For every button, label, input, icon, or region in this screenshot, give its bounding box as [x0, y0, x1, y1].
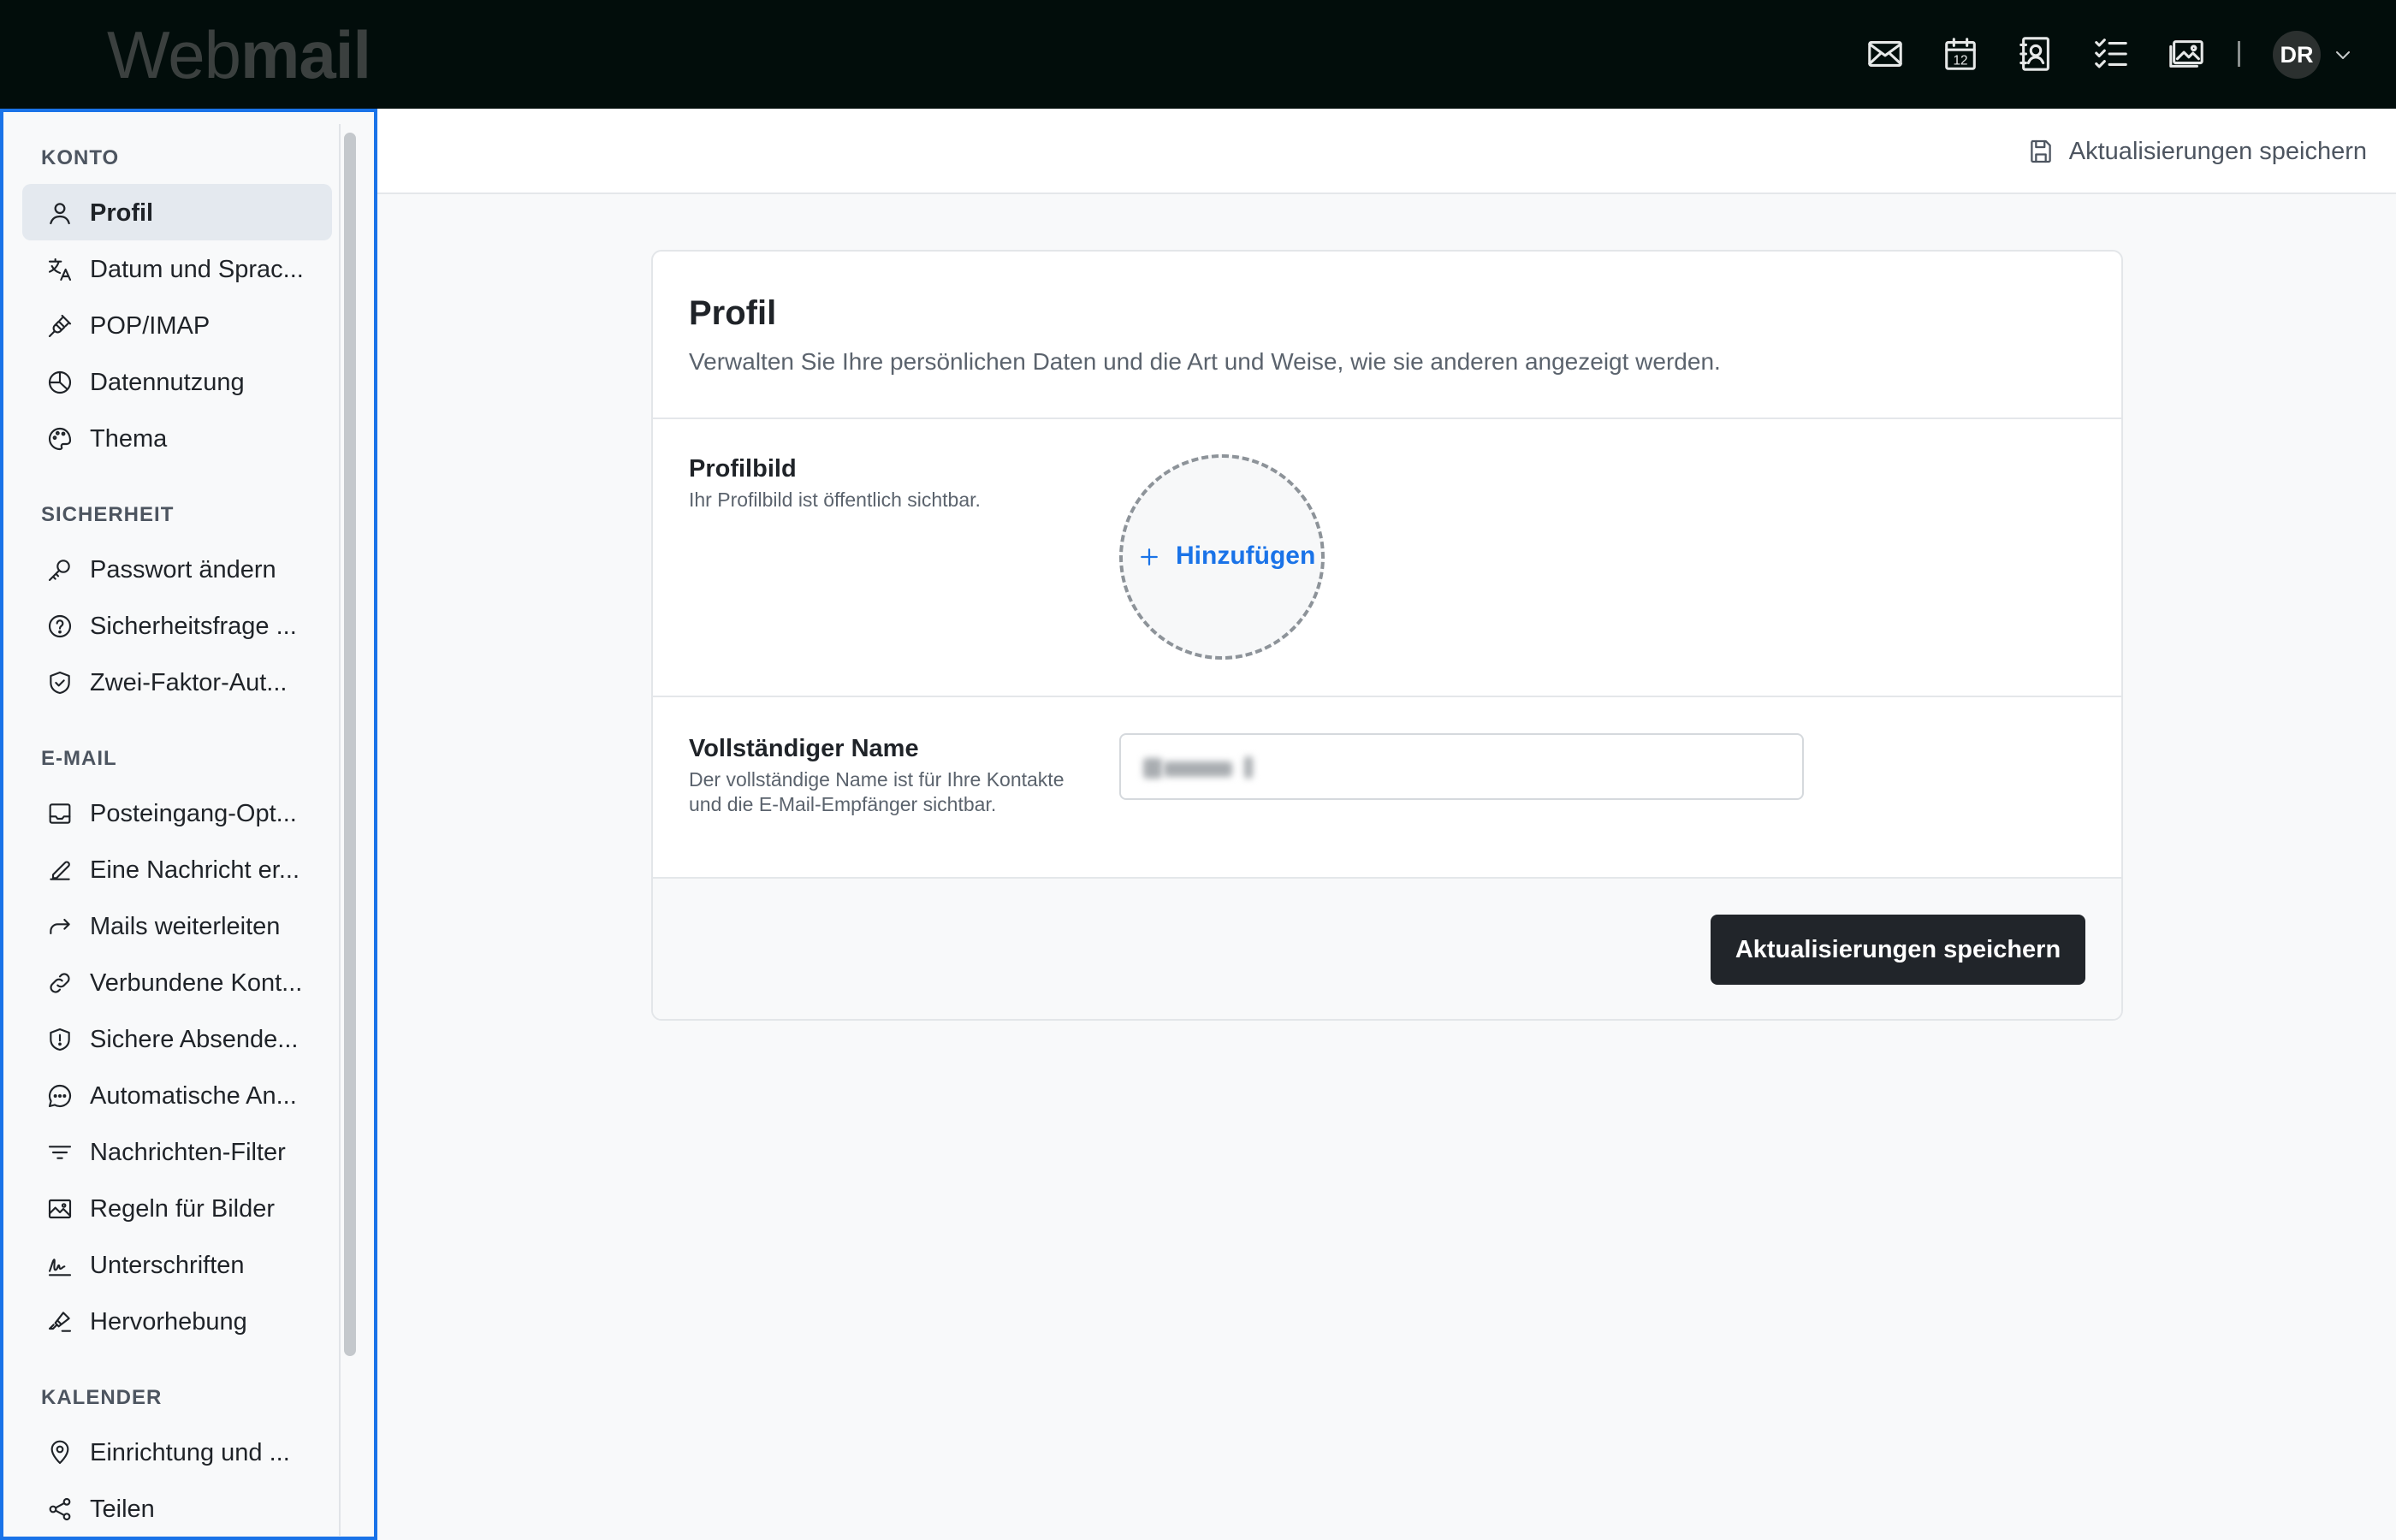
section-title-sicherheit: SICHERHEIT: [41, 503, 175, 526]
image-icon: [46, 1195, 74, 1223]
sidebar-item-label: Sicherheitsfrage ...: [90, 613, 297, 640]
filter-lines-icon: [46, 1139, 74, 1166]
redacted-name-value: [1143, 753, 1260, 782]
page-subtitle: Verwalten Sie Ihre persönlichen Daten un…: [689, 348, 1721, 375]
user-avatar[interactable]: DR: [2273, 31, 2321, 79]
sidebar-nav: KONTO Profil Datum und Sprac... POP/IMAP…: [3, 112, 337, 1537]
photos-icon[interactable]: [2167, 34, 2206, 74]
sidebar-item-label: POP/IMAP: [90, 312, 211, 340]
sidebar-item-label: Posteingang-Opt...: [90, 800, 297, 827]
sidebar-item-unterschriften[interactable]: Unterschriften: [22, 1236, 332, 1293]
page-title: Profil: [689, 294, 777, 332]
full-name-label: Vollständiger Name: [689, 735, 919, 762]
link-icon: [46, 969, 74, 997]
full-name-help: Der vollständige Name ist für Ihre Konta…: [689, 768, 1065, 815]
user-icon: [46, 199, 74, 227]
tasks-icon[interactable]: [2091, 34, 2131, 74]
key-icon: [46, 556, 74, 583]
sidebar-item-automatische-antwort[interactable]: Automatische An...: [22, 1067, 332, 1123]
shield-check-icon: [46, 669, 74, 696]
sidebar-item-sichere-absender[interactable]: Sichere Absende...: [22, 1010, 332, 1067]
shield-alert-icon: [46, 1026, 74, 1053]
sidebar-item-label: Hervorhebung: [90, 1308, 247, 1336]
sidebar-item-label: Thema: [90, 425, 168, 453]
profile-picture-help: Ihr Profilbild ist öffentlich sichtbar.: [689, 489, 981, 511]
sidebar-item-label: Profil: [90, 199, 154, 227]
save-button[interactable]: Aktualisierungen speichern: [1711, 915, 2085, 985]
sidebar-item-label: Datum und Sprac...: [90, 256, 304, 283]
sidebar-item-posteingang[interactable]: Posteingang-Opt...: [22, 785, 332, 841]
sidebar-item-datennutzung[interactable]: Datennutzung: [22, 353, 332, 410]
sidebar-item-profil[interactable]: Profil: [22, 184, 332, 240]
section-title-email: E-MAIL: [41, 747, 117, 770]
card-divider: [653, 696, 2121, 697]
profile-picture-upload[interactable]: Hinzufügen: [1119, 454, 1325, 660]
topbar-separator: [2238, 41, 2240, 67]
share-icon: [46, 1496, 74, 1523]
sidebar-item-label: Regeln für Bilder: [90, 1195, 275, 1223]
highlighter-icon: [46, 1308, 74, 1336]
calendar-icon[interactable]: 12: [1941, 34, 1980, 74]
card-divider: [653, 418, 2121, 419]
sidebar-item-hervorhebung[interactable]: Hervorhebung: [22, 1293, 332, 1349]
settings-sidebar: KONTO Profil Datum und Sprac... POP/IMAP…: [0, 109, 377, 1540]
calendar-day-number: 12: [1953, 53, 1967, 68]
palette-icon: [46, 425, 74, 453]
pencil-icon: [46, 856, 74, 884]
logo-mail-text: mail: [240, 17, 371, 92]
logo-web-text: Web: [107, 17, 241, 92]
map-pin-icon: [46, 1439, 74, 1466]
contacts-icon[interactable]: [2016, 34, 2055, 74]
content-header: Aktualisierungen speichern: [377, 109, 2396, 194]
sidebar-item-regeln-bilder[interactable]: Regeln für Bilder: [22, 1180, 332, 1236]
sidebar-item-passwort[interactable]: Passwort ändern: [22, 541, 332, 597]
translate-icon: [46, 256, 74, 283]
sidebar-item-nachrichten-filter[interactable]: Nachrichten-Filter: [22, 1123, 332, 1180]
save-icon: [2026, 137, 2055, 166]
sidebar-item-sicherheitsfrage[interactable]: Sicherheitsfrage ...: [22, 597, 332, 654]
top-bar: Webmail 12 DR: [0, 0, 2396, 109]
add-picture-label: Hinzufügen: [1176, 542, 1316, 570]
sidebar-item-label: Verbundene Kont...: [90, 969, 303, 997]
sidebar-item-weiterleiten[interactable]: Mails weiterleiten: [22, 897, 332, 954]
sidebar-item-label: Einrichtung und ...: [90, 1439, 290, 1466]
sidebar-item-label: Teilen: [90, 1496, 155, 1523]
sidebar-item-label: Automatische An...: [90, 1082, 297, 1110]
plus-icon: [1136, 544, 1162, 570]
pie-chart-icon: [46, 369, 74, 396]
sidebar-item-label: Datennutzung: [90, 369, 245, 396]
sidebar-item-verbundene-konten[interactable]: Verbundene Kont...: [22, 954, 332, 1010]
sidebar-item-thema[interactable]: Thema: [22, 410, 332, 466]
card-divider: [653, 877, 2121, 879]
plug-icon: [46, 312, 74, 340]
header-save-button[interactable]: Aktualisierungen speichern: [2026, 134, 2367, 169]
mail-icon[interactable]: [1865, 34, 1905, 74]
profile-card: Profil Verwalten Sie Ihre persönlichen D…: [651, 250, 2123, 1021]
sidebar-item-einrichtung[interactable]: Einrichtung und ...: [22, 1424, 332, 1480]
inbox-icon: [46, 800, 74, 827]
sidebar-item-label: Nachrichten-Filter: [90, 1139, 286, 1166]
sidebar-item-label: Eine Nachricht er...: [90, 856, 300, 884]
chat-bubble-icon: [46, 1082, 74, 1110]
sidebar-item-zwei-faktor[interactable]: Zwei-Faktor-Aut...: [22, 654, 332, 710]
sidebar-item-teilen[interactable]: Teilen: [22, 1480, 332, 1537]
sidebar-item-label: Zwei-Faktor-Aut...: [90, 669, 288, 696]
header-save-label: Aktualisierungen speichern: [2068, 137, 2367, 165]
sidebar-item-label: Sichere Absende...: [90, 1026, 299, 1053]
sidebar-item-label: Unterschriften: [90, 1252, 245, 1279]
sidebar-item-label: Passwort ändern: [90, 556, 276, 583]
profile-picture-label: Profilbild: [689, 455, 797, 483]
sidebar-item-pop-imap[interactable]: POP/IMAP: [22, 297, 332, 353]
signature-icon: [46, 1252, 74, 1279]
section-title-konto: KONTO: [41, 146, 120, 169]
app-logo[interactable]: Webmail: [107, 21, 371, 89]
chevron-down-icon[interactable]: [2333, 44, 2353, 65]
section-title-kalender: KALENDER: [41, 1386, 163, 1409]
sidebar-item-nachricht-erstellen[interactable]: Eine Nachricht er...: [22, 841, 332, 897]
forward-arrow-icon: [46, 913, 74, 940]
question-circle-icon: [46, 613, 74, 640]
sidebar-item-datum-sprache[interactable]: Datum und Sprac...: [22, 240, 332, 297]
sidebar-item-label: Mails weiterleiten: [90, 913, 281, 940]
sidebar-scrollbar-thumb[interactable]: [344, 133, 356, 1356]
